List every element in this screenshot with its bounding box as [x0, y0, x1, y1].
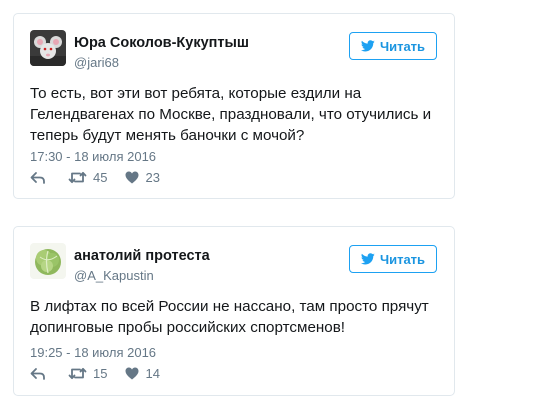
like-button[interactable]: 14 — [125, 366, 160, 381]
avatar[interactable] — [30, 243, 66, 279]
tweet-text: В лифтах по всей России не нассано, там … — [30, 298, 429, 336]
follow-label: Читать — [379, 38, 426, 54]
follow-label: Читать — [379, 251, 426, 267]
reply-icon — [30, 367, 45, 380]
author-name[interactable]: Юра Соколов-Кукуптыш — [74, 35, 249, 51]
tweet-timestamp[interactable]: 17:30 - 18 июля 2016 — [30, 149, 156, 164]
retweet-count: 15 — [93, 366, 108, 381]
twitter-bird-icon — [360, 253, 375, 265]
avatar[interactable] — [30, 30, 66, 66]
author-name[interactable]: анатолий протеста — [74, 248, 210, 264]
like-button[interactable]: 23 — [125, 170, 160, 185]
retweet-icon — [68, 367, 87, 380]
retweet-icon — [68, 171, 87, 184]
tweet-actions: 15 14 — [30, 366, 160, 381]
author-handle[interactable]: @A_Kapustin — [74, 268, 154, 283]
heart-icon — [125, 171, 139, 184]
author-handle[interactable]: @jari68 — [74, 55, 119, 70]
tweet-timestamp[interactable]: 19:25 - 18 июля 2016 — [30, 345, 156, 360]
twitter-bird-icon — [360, 40, 375, 52]
retweet-button[interactable]: 15 — [68, 366, 107, 381]
reply-button[interactable] — [30, 367, 46, 381]
tweet-actions: 45 23 — [30, 170, 160, 185]
tweet-card[interactable]: Юра Соколов-Кукуптыш @jari68 Читать То е… — [13, 13, 455, 199]
heart-icon — [125, 367, 139, 380]
retweet-button[interactable]: 45 — [68, 170, 107, 185]
reply-button[interactable] — [30, 171, 46, 185]
reply-icon — [30, 171, 45, 184]
follow-button[interactable]: Читать — [349, 32, 437, 60]
tweet-card[interactable]: анатолий протеста @A_Kapustin Читать В л… — [13, 226, 455, 396]
like-count: 14 — [145, 366, 160, 381]
tweet-text: То есть, вот эти вот ребята, которые езд… — [30, 85, 432, 144]
like-count: 23 — [145, 170, 160, 185]
retweet-count: 45 — [93, 170, 108, 185]
follow-button[interactable]: Читать — [349, 245, 437, 273]
mouse-avatar-icon — [30, 30, 66, 66]
cabbage-avatar-icon — [30, 243, 66, 279]
